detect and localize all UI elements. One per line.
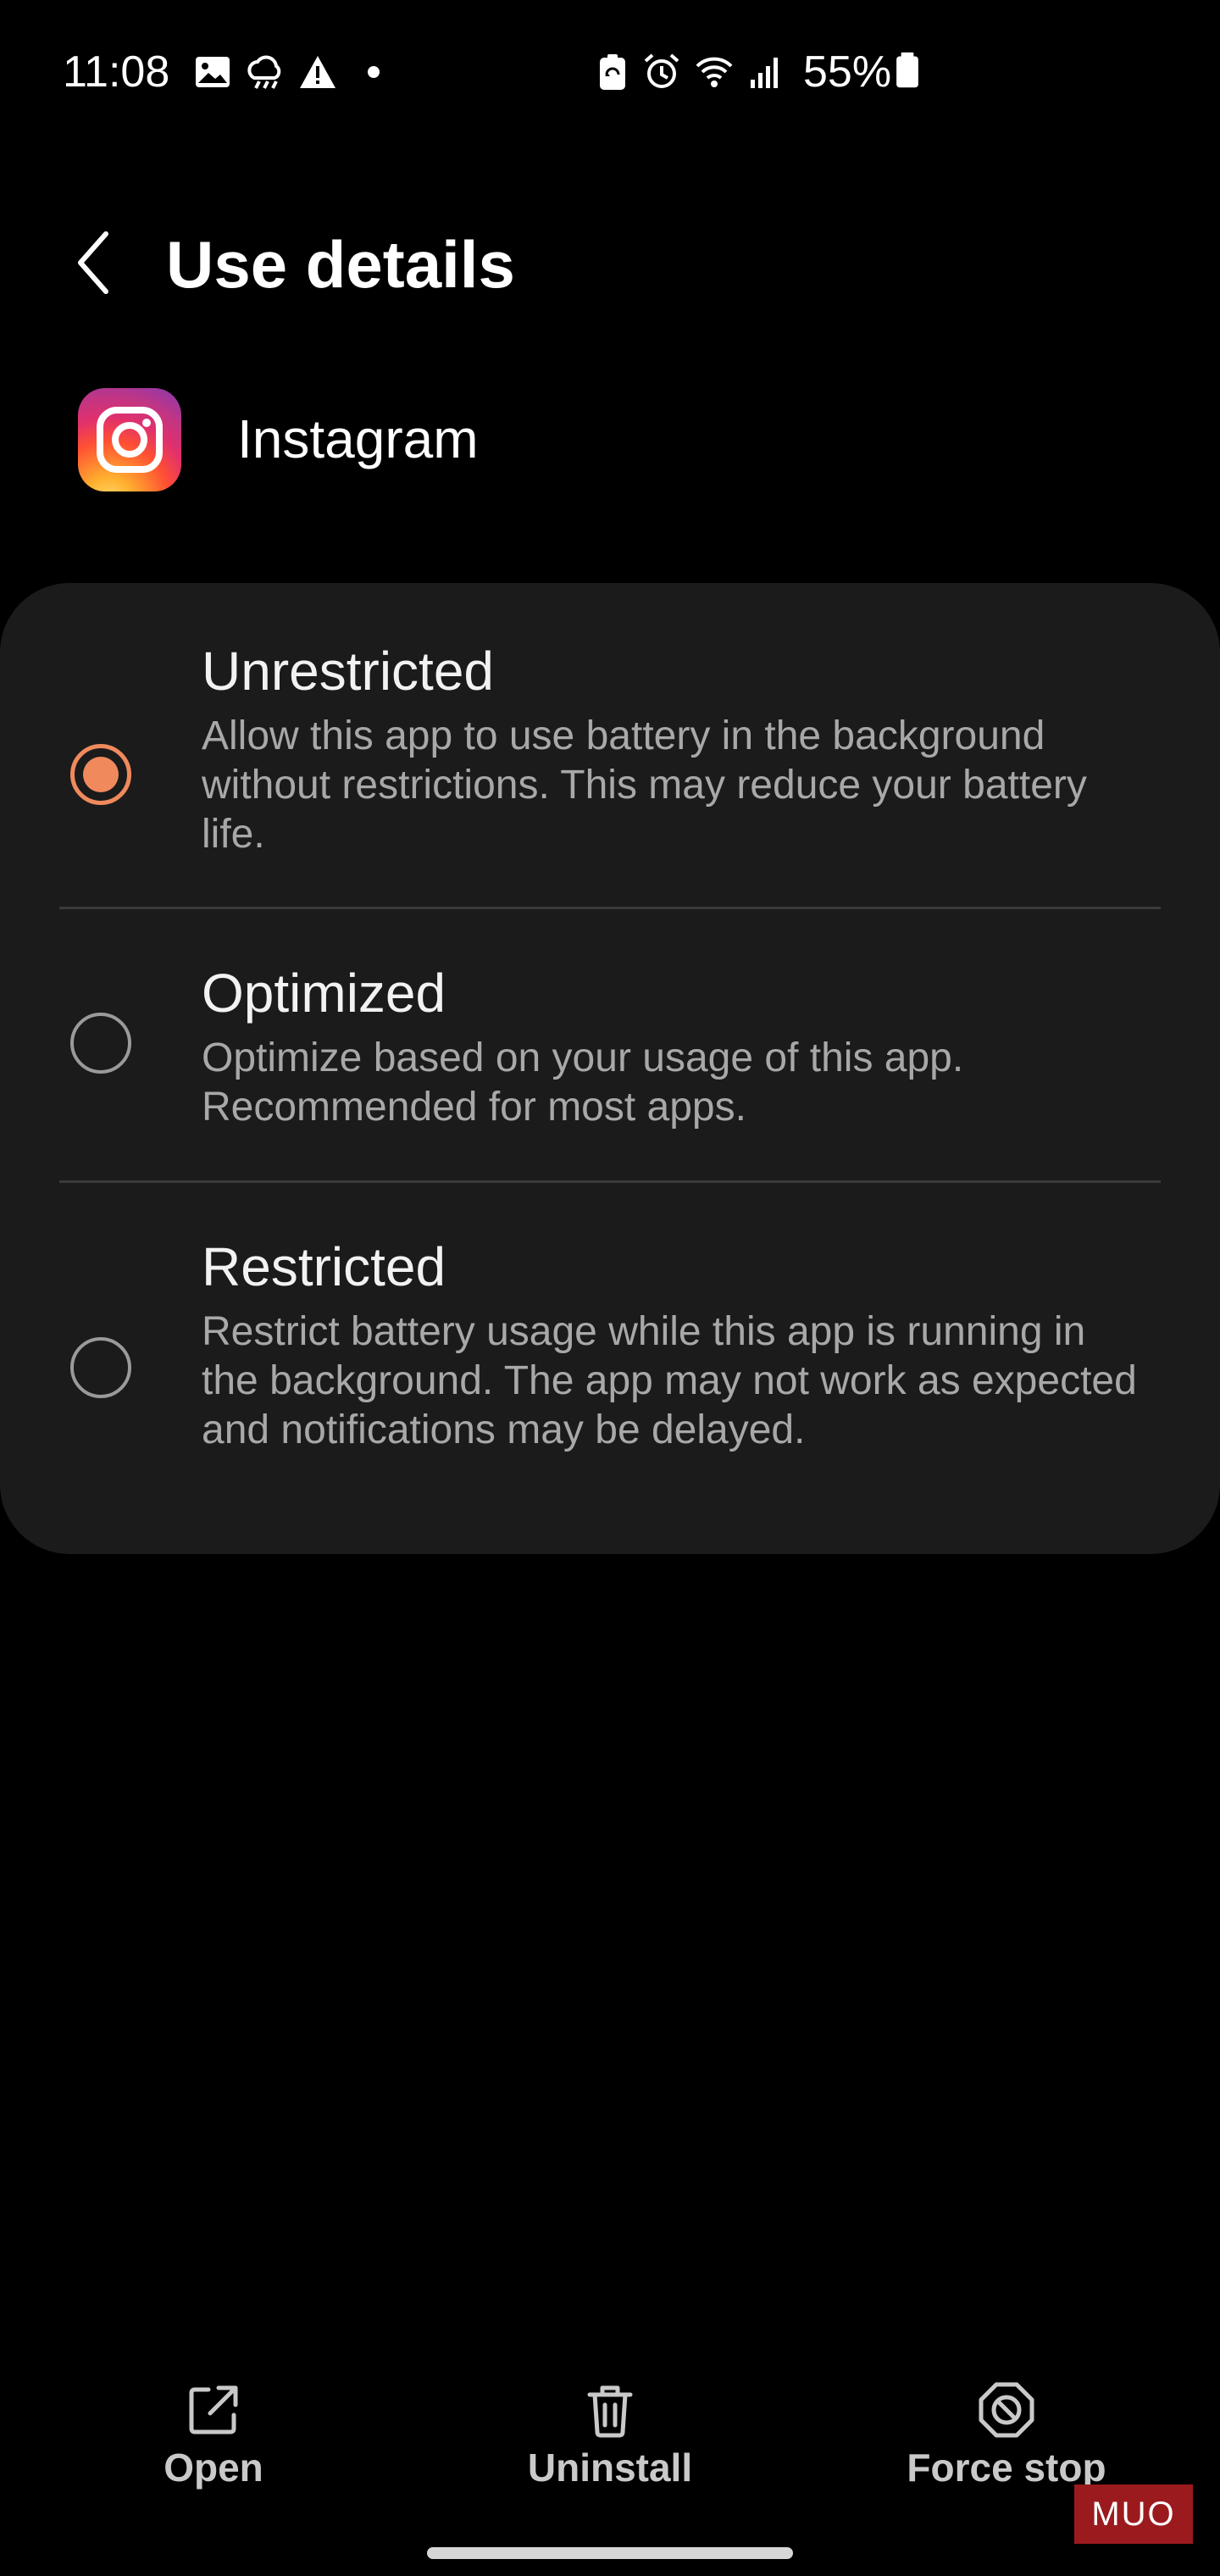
- battery-options-card: Unrestricted Allow this app to use batte…: [0, 583, 1220, 1554]
- open-external-icon: [189, 2385, 238, 2434]
- back-button[interactable]: [59, 220, 127, 305]
- gallery-icon: [196, 57, 230, 87]
- radio-unrestricted[interactable]: [70, 744, 131, 805]
- force-stop-button[interactable]: Force stop: [862, 2356, 1151, 2491]
- battery-icon: [896, 52, 918, 88]
- option-title: Restricted: [202, 1236, 446, 1297]
- page-title: Use details: [166, 227, 515, 302]
- option-description: Restrict battery usage while this app is…: [202, 1309, 1137, 1452]
- radio-restricted[interactable]: [70, 1337, 131, 1398]
- trash-icon: [587, 2385, 633, 2438]
- status-bar: 11:08 55%: [0, 0, 1220, 144]
- open-label: Open: [164, 2446, 263, 2490]
- option-restricted[interactable]: Restricted Restrict battery usage while …: [0, 1183, 1220, 1554]
- battery-saver-icon: [600, 54, 625, 90]
- alert-icon: [300, 56, 336, 88]
- instagram-icon: [78, 388, 181, 491]
- option-title: Optimized: [202, 963, 446, 1024]
- dot-icon: [368, 66, 380, 78]
- option-description: Optimize based on your usage of this app…: [202, 1035, 964, 1130]
- radio-optimized[interactable]: [70, 1013, 131, 1074]
- uninstall-label: Uninstall: [527, 2446, 693, 2490]
- option-unrestricted[interactable]: Unrestricted Allow this app to use batte…: [0, 583, 1220, 907]
- option-optimized[interactable]: Optimized Optimize based on your usage o…: [0, 909, 1220, 1180]
- alarm-icon: [644, 53, 679, 88]
- signal-icon: [751, 58, 778, 88]
- watermark-logo: MUO: [1074, 2484, 1193, 2544]
- status-time: 11:08: [63, 47, 170, 97]
- navigation-handle[interactable]: [427, 2547, 793, 2559]
- option-description: Allow this app to use battery in the bac…: [202, 713, 1087, 857]
- chevron-left-icon: [78, 231, 108, 294]
- wifi-icon: [696, 57, 733, 87]
- open-button[interactable]: Open: [69, 2356, 358, 2491]
- app-name: Instagram: [237, 408, 479, 469]
- battery-percentage: 55%: [803, 47, 892, 97]
- block-icon: [979, 2382, 1034, 2438]
- option-title: Unrestricted: [202, 641, 494, 702]
- bottom-action-bar: Open Uninstall Force stop: [0, 2356, 1220, 2508]
- weather-icon: [247, 55, 281, 89]
- uninstall-button[interactable]: Uninstall: [466, 2356, 754, 2491]
